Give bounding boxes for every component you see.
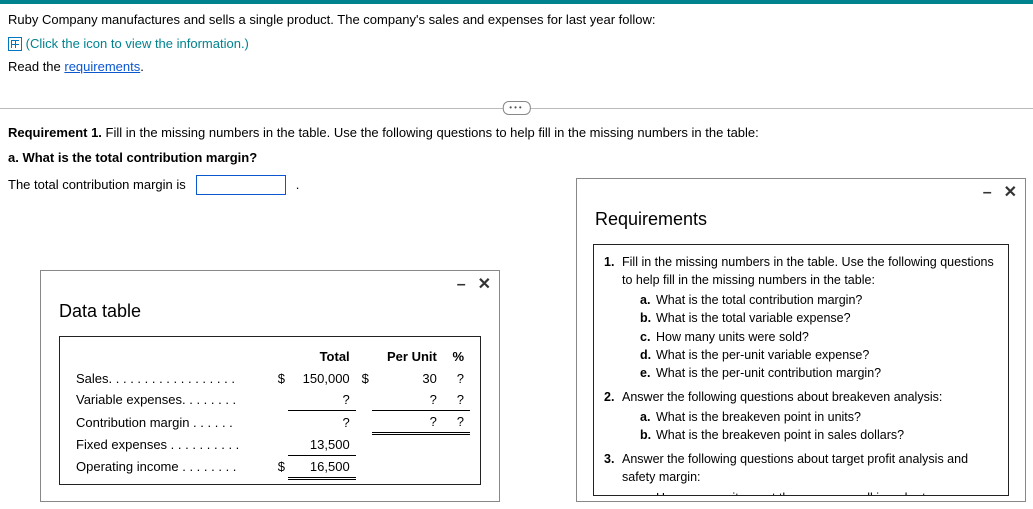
data-table-title: Data table [41,299,499,336]
req1-heading: Requirement 1. [8,125,102,140]
requirement-sub-text: What is the per-unit variable expense? [656,348,869,362]
requirement-subitem: a. What is the total contribution margin? [640,291,998,309]
fixed-total: 13,500 [288,434,356,456]
var-exp-per-unit: ? [372,389,443,411]
requirement-subitem: a. What is the breakeven point in units? [640,408,998,426]
requirement-item: 1. Fill in the missing numbers in the tab… [604,253,998,382]
requirements-panel: – ✕ Requirements 1. Fill in the missing n… [576,178,1026,502]
requirement-number: 1. [604,253,614,271]
read-label: Read the [8,59,64,74]
sales-pct: ? [443,368,470,389]
total-contribution-margin-input[interactable] [196,175,286,195]
req1-heading-rest: Fill in the missing numbers in the table… [102,125,759,140]
requirement-subitem: d. What is the per-unit variable expense? [640,346,998,364]
requirement-sub-number: b. [640,426,651,444]
requirement-number: 3. [604,450,614,468]
col-per-unit: Per Unit [372,345,443,368]
row-label-fixed: Fixed expenses . . . . . . . . . . [70,434,272,456]
data-table: Total Per Unit % Sales. . . . . . . . . … [70,345,470,480]
sales-total: 150,000 [288,368,356,389]
requirement-sub-text: How many units must the company sell in … [656,491,971,497]
minimize-icon[interactable]: – [983,185,992,201]
requirement-sub-number: b. [640,309,651,327]
var-exp-total: ? [288,389,356,411]
intro-line1: Ruby Company manufactures and sells a si… [8,10,1025,30]
requirement-sub-number: a. [640,291,650,309]
requirement-sub-number: a. [640,489,650,497]
requirement-subitem: b. What is the total variable expense? [640,309,998,327]
minimize-icon[interactable]: – [457,277,466,293]
content-divider: ••• [0,99,1033,117]
table-row: Variable expenses. . . . . . . . ? ? ? [70,389,470,411]
answer-label: The total contribution margin is [8,177,186,192]
close-icon[interactable]: ✕ [478,277,491,293]
row-label-var-exp: Variable expenses. . . . . . . . [70,389,272,411]
table-header-row: Total Per Unit % [70,345,470,368]
table-row: Sales. . . . . . . . . . . . . . . . . .… [70,368,470,389]
requirement-sub-text: What is the total contribution margin? [656,293,862,307]
table-row: Operating income . . . . . . . . $ 16,50… [70,455,470,478]
var-exp-pct: ? [443,389,470,411]
row-label-cm: Contribution margin . . . . . . [70,411,272,434]
table-icon[interactable] [8,37,22,51]
cm-per-unit: ? [372,411,443,434]
requirement-subitem: c. How many units were sold? [640,328,998,346]
requirement-sub-number: e. [640,364,650,382]
row-label-oi: Operating income . . . . . . . . [70,455,272,478]
col-total: Total [288,345,356,368]
oi-total: 16,500 [288,455,356,478]
close-icon[interactable]: ✕ [1004,185,1017,201]
requirement-sub-text: What is the breakeven point in sales dol… [656,428,904,442]
requirement-sub-text: What is the breakeven point in units? [656,410,861,424]
cm-total: ? [288,411,356,434]
data-table-panel: – ✕ Data table Total Per Unit % Sales. .… [40,270,500,502]
table-row: Contribution margin . . . . . . ? ? ? [70,411,470,434]
sales-per-unit: 30 [372,368,443,389]
requirement-subitem: a. How many units must the company sell i… [640,489,998,497]
requirement-subitem: b. What is the breakeven point in sales d… [640,426,998,444]
answer-period: . [296,177,300,192]
requirement-sub-number: a. [640,408,650,426]
data-table-box: Total Per Unit % Sales. . . . . . . . . … [59,336,481,485]
col-pct: % [443,345,470,368]
expand-badge[interactable]: ••• [502,101,530,115]
requirement-sub-number: c. [640,328,650,346]
requirement-text: Answer the following questions about bre… [622,390,942,404]
requirement-sub-text: What is the per-unit contribution margin… [656,366,881,380]
view-info-link[interactable]: (Click the icon to view the information.… [26,36,249,51]
requirement-text: Answer the following questions about tar… [622,452,968,484]
requirements-title: Requirements [577,207,1025,244]
requirement-subitem: e. What is the per-unit contribution marg… [640,364,998,382]
requirement-text: Fill in the missing numbers in the table… [622,255,994,287]
requirement-sub-text: What is the total variable expense? [656,311,851,325]
req1-question-a: a. What is the total contribution margin… [8,150,257,165]
table-row: Fixed expenses . . . . . . . . . . 13,50… [70,434,470,456]
row-label-sales: Sales. . . . . . . . . . . . . . . . . . [70,368,272,389]
requirement-sub-text: How many units were sold? [656,330,809,344]
requirement-item: 3. Answer the following questions about t… [604,450,998,496]
requirement-sub-number: d. [640,346,651,364]
requirements-body: 1. Fill in the missing numbers in the tab… [593,244,1009,496]
intro-block: Ruby Company manufactures and sells a si… [0,4,1033,89]
requirement-number: 2. [604,388,614,406]
requirement-item: 2. Answer the following questions about b… [604,388,998,444]
period: . [140,59,144,74]
cm-pct: ? [443,411,470,434]
requirements-link[interactable]: requirements [64,59,140,74]
